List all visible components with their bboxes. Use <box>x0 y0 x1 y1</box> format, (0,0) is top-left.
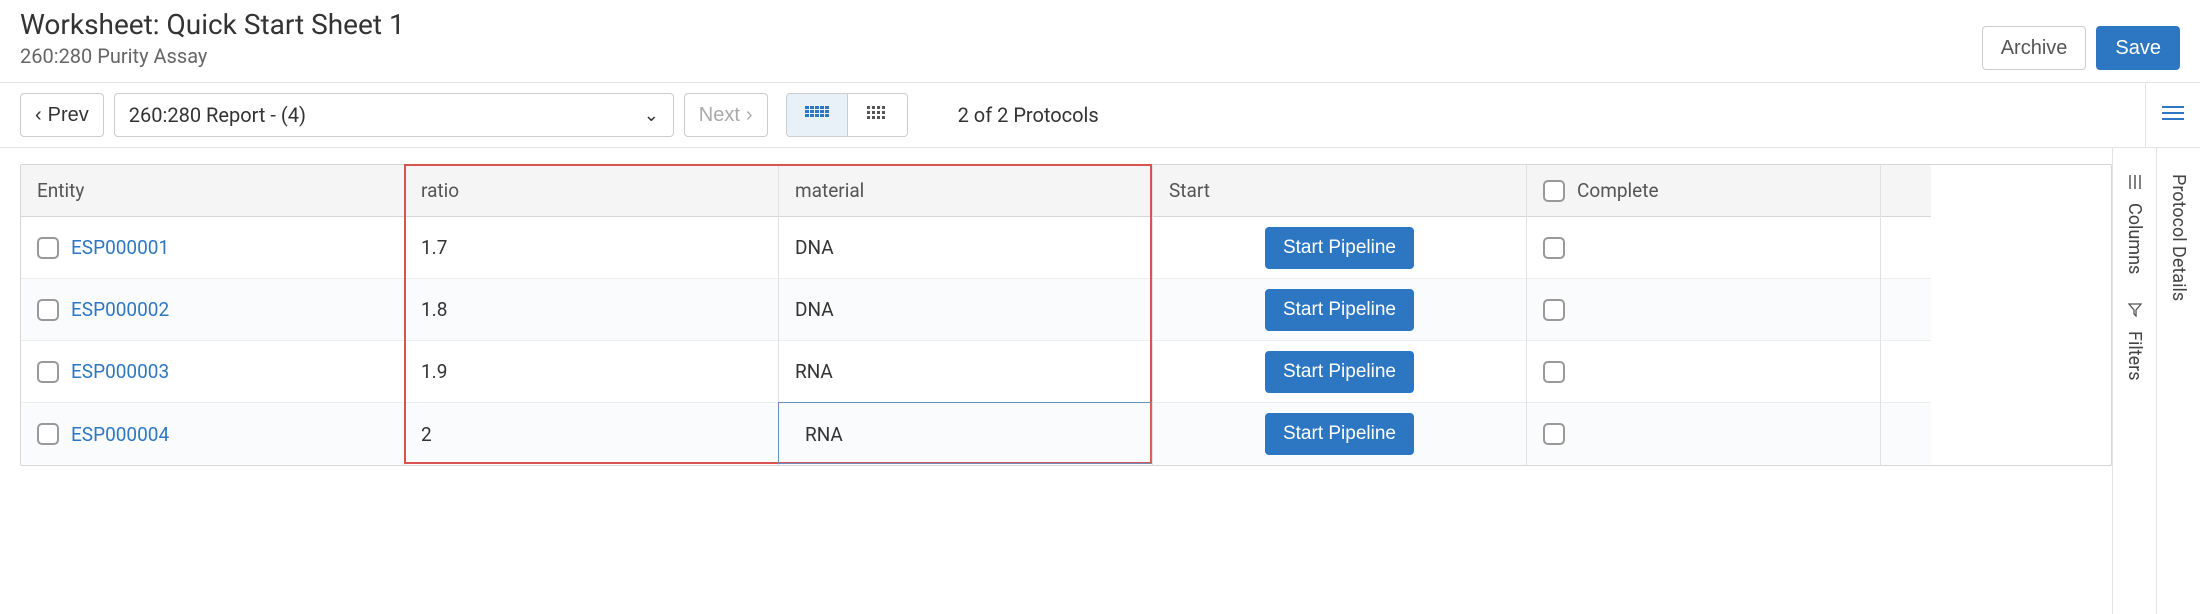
table-row: ESP000001 <box>21 217 404 279</box>
table-row: ESP000002 <box>21 279 404 341</box>
cell-ratio[interactable]: 1.7 <box>405 217 778 279</box>
table-row: ESP000003 <box>21 341 404 403</box>
next-button[interactable]: Next › <box>684 93 768 137</box>
header-spacer <box>1881 165 1931 217</box>
cell-ratio[interactable]: 2 <box>405 403 778 465</box>
table-row: ESP000004 <box>21 403 404 465</box>
header-entity[interactable]: Entity <box>21 165 404 217</box>
view-toggle <box>786 93 908 137</box>
filter-icon <box>2128 302 2142 321</box>
complete-checkbox[interactable] <box>1543 361 1565 383</box>
col-start: Start Start Pipeline Start Pipeline Star… <box>1153 165 1527 465</box>
cell-ratio[interactable]: 1.8 <box>405 279 778 341</box>
next-label: Next <box>699 104 740 127</box>
filters-tab[interactable]: Filters <box>2124 288 2145 395</box>
cell-start: Start Pipeline <box>1153 341 1526 403</box>
cell-start: Start Pipeline <box>1153 403 1526 465</box>
prev-label: Prev <box>48 104 89 127</box>
columns-tab-label: Columns <box>2124 203 2145 274</box>
list-view-button[interactable] <box>847 94 907 136</box>
title-block: Worksheet: Quick Start Sheet 1 260:280 P… <box>20 8 405 68</box>
entity-link[interactable]: ESP000002 <box>71 298 169 321</box>
menu-icon[interactable] <box>2162 106 2184 124</box>
cell-complete <box>1527 279 1880 341</box>
filters-tab-label: Filters <box>2124 331 2145 381</box>
entity-link[interactable]: ESP000001 <box>71 236 169 259</box>
col-spacer <box>1881 165 1931 465</box>
cell-start: Start Pipeline <box>1153 279 1526 341</box>
col-ratio: ratio 1.7 1.8 1.9 2 <box>405 165 779 465</box>
cell-complete <box>1527 217 1880 279</box>
cell-complete <box>1527 403 1880 465</box>
columns-icon <box>2128 174 2142 193</box>
cell-start: Start Pipeline <box>1153 217 1526 279</box>
start-pipeline-button[interactable]: Start Pipeline <box>1265 227 1414 269</box>
complete-checkbox[interactable] <box>1543 299 1565 321</box>
list-icon <box>867 106 887 125</box>
start-pipeline-button[interactable]: Start Pipeline <box>1265 289 1414 331</box>
cell-material[interactable]: RNA <box>779 341 1152 403</box>
header-actions: Archive Save <box>1982 8 2180 70</box>
side-rail-inner: Columns Filters <box>2112 148 2156 614</box>
toolbar: ‹ Prev 260:280 Report - (4) ⌄ Next › <box>0 82 2200 148</box>
page-title: Worksheet: Quick Start Sheet 1 <box>20 8 405 42</box>
row-checkbox[interactable] <box>37 237 59 259</box>
col-complete: Complete <box>1527 165 1881 465</box>
col-material: material DNA DNA RNA RNA <box>779 165 1153 465</box>
row-checkbox[interactable] <box>37 299 59 321</box>
chevron-down-icon: ⌄ <box>644 105 659 126</box>
cell-material[interactable]: RNA <box>779 403 1152 465</box>
col-entity: Entity ESP000001 ESP000002 ESP000003 <box>21 165 405 465</box>
toolbar-right <box>2145 83 2200 147</box>
grid-view-button[interactable] <box>787 94 847 136</box>
row-checkbox[interactable] <box>37 423 59 445</box>
entity-link[interactable]: ESP000003 <box>71 360 169 383</box>
side-rail-outer: Protocol Details <box>2156 148 2200 614</box>
page-header: Worksheet: Quick Start Sheet 1 260:280 P… <box>0 0 2200 82</box>
save-button[interactable]: Save <box>2096 26 2180 70</box>
protocol-details-label: Protocol Details <box>2168 174 2189 301</box>
protocol-select[interactable]: 260:280 Report - (4) ⌄ <box>114 93 674 137</box>
header-material[interactable]: material <box>779 165 1152 217</box>
protocol-select-value: 260:280 Report - (4) <box>129 103 306 127</box>
complete-checkbox[interactable] <box>1543 423 1565 445</box>
header-complete[interactable]: Complete <box>1527 165 1880 217</box>
page-subtitle: 260:280 Purity Assay <box>20 44 405 68</box>
protocol-count: 2 of 2 Protocols <box>958 103 1099 127</box>
cell-material[interactable]: DNA <box>779 279 1152 341</box>
protocol-details-tab[interactable]: Protocol Details <box>2168 160 2189 315</box>
columns-tab[interactable]: Columns <box>2124 160 2145 288</box>
header-start[interactable]: Start <box>1153 165 1526 217</box>
complete-checkbox[interactable] <box>1543 237 1565 259</box>
chevron-right-icon: › <box>746 105 753 125</box>
prev-button[interactable]: ‹ Prev <box>20 93 104 137</box>
header-ratio[interactable]: ratio <box>405 165 778 217</box>
row-checkbox[interactable] <box>37 361 59 383</box>
data-grid: Entity ESP000001 ESP000002 ESP000003 <box>20 164 2112 466</box>
cell-material[interactable]: DNA <box>779 217 1152 279</box>
start-pipeline-button[interactable]: Start Pipeline <box>1265 413 1414 455</box>
chevron-left-icon: ‹ <box>35 105 42 125</box>
cell-complete <box>1527 341 1880 403</box>
archive-button[interactable]: Archive <box>1982 26 2087 70</box>
cell-ratio[interactable]: 1.9 <box>405 341 778 403</box>
start-pipeline-button[interactable]: Start Pipeline <box>1265 351 1414 393</box>
select-all-complete-checkbox[interactable] <box>1543 180 1565 202</box>
grid-icon <box>805 106 829 125</box>
entity-link[interactable]: ESP000004 <box>71 423 169 446</box>
